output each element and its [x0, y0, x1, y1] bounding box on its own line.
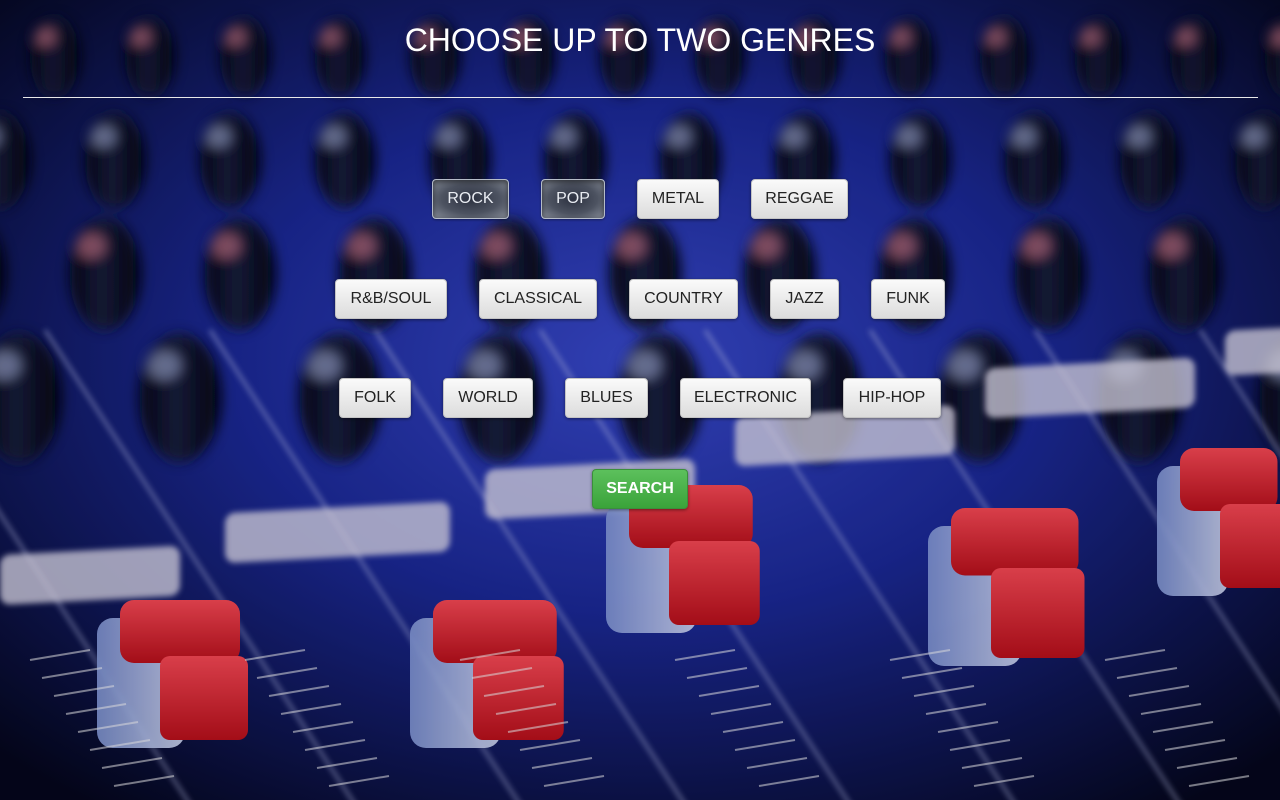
- genre-button-reggae[interactable]: REGGAE: [751, 179, 848, 219]
- genre-button-pop[interactable]: POP: [541, 179, 605, 219]
- genre-row-3: FOLK WORLD BLUES ELECTRONIC HIP-HOP: [0, 378, 1280, 420]
- genre-button-folk[interactable]: FOLK: [339, 378, 411, 418]
- genre-button-rnb-soul[interactable]: R&B/SOUL: [335, 279, 447, 319]
- genre-button-country[interactable]: COUNTRY: [629, 279, 738, 319]
- genre-button-rock[interactable]: ROCK: [432, 179, 509, 219]
- genre-button-metal[interactable]: METAL: [637, 179, 719, 219]
- genre-button-world[interactable]: WORLD: [443, 378, 533, 418]
- genre-button-electronic[interactable]: ELECTRONIC: [680, 378, 811, 418]
- genre-row-1: ROCK POP METAL REGGAE: [0, 179, 1280, 221]
- genre-button-jazz[interactable]: JAZZ: [770, 279, 839, 319]
- search-button[interactable]: SEARCH: [592, 469, 688, 509]
- genre-button-funk[interactable]: FUNK: [871, 279, 945, 319]
- genre-button-hip-hop[interactable]: HIP-HOP: [843, 378, 941, 418]
- genre-button-blues[interactable]: BLUES: [565, 378, 648, 418]
- genre-row-2: R&B/SOUL CLASSICAL COUNTRY JAZZ FUNK: [0, 279, 1280, 321]
- genre-button-classical[interactable]: CLASSICAL: [479, 279, 597, 319]
- page-title: CHOOSE UP TO TWO GENRES: [404, 22, 876, 58]
- title-divider: [23, 97, 1258, 98]
